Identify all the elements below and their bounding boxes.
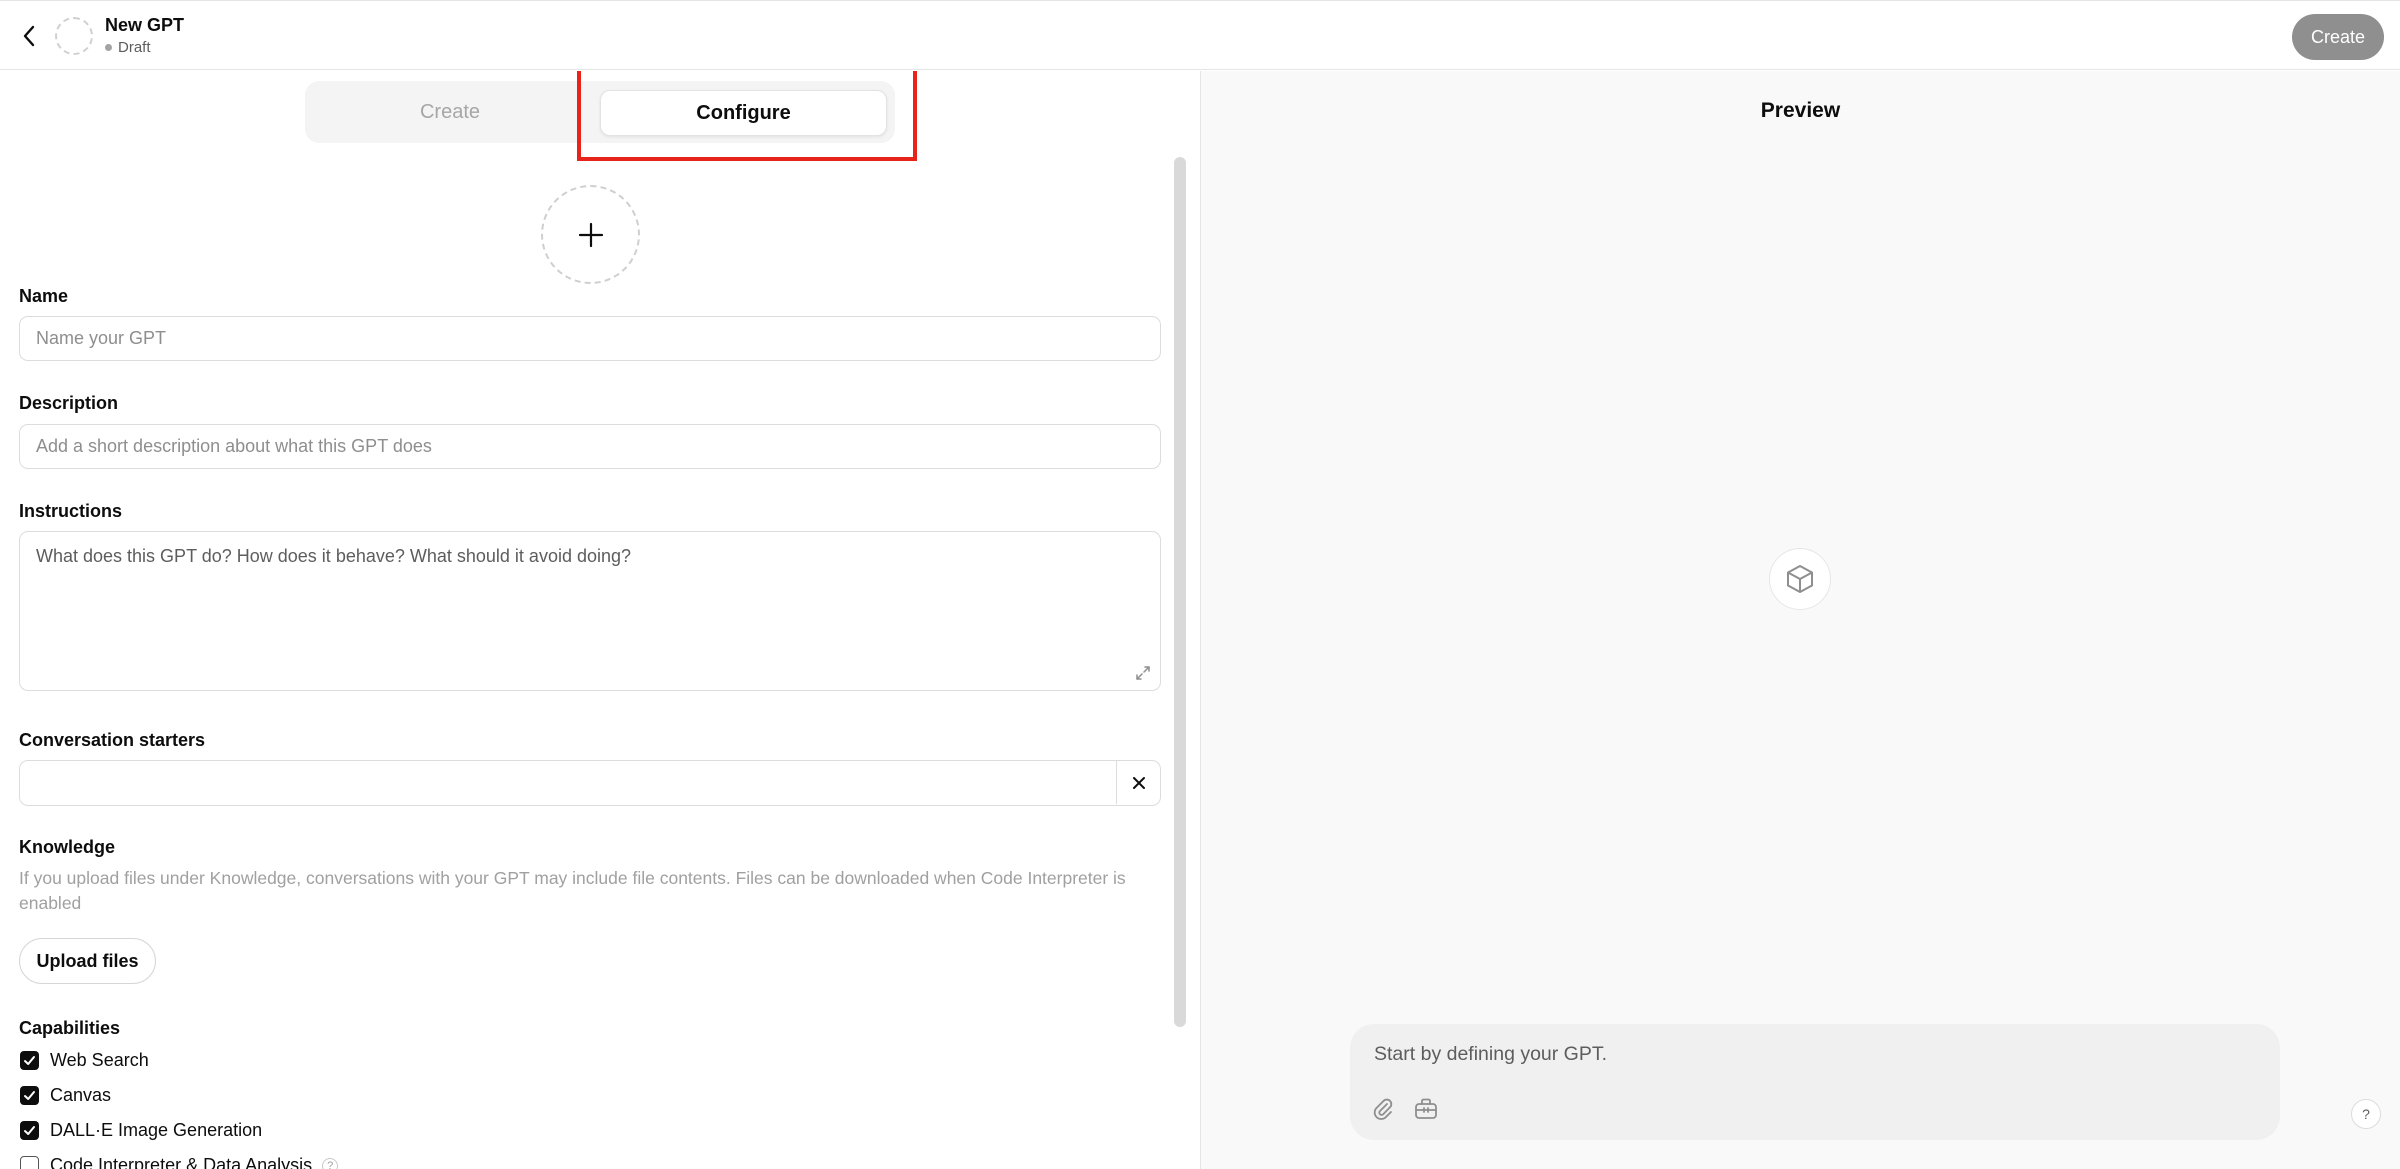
create-button[interactable]: Create [2292,14,2384,60]
paperclip-icon[interactable] [1370,1096,1396,1122]
remove-starter-button[interactable] [1116,761,1160,804]
status-dot-icon [105,44,112,51]
gpt-avatar [55,17,93,55]
conversation-starter-row [19,760,1161,806]
close-icon [1132,776,1145,789]
tab-create[interactable]: Create [305,81,595,143]
knowledge-description: If you upload files under Knowledge, con… [19,868,1126,913]
help-button[interactable]: ? [2351,1099,2381,1129]
mode-tabs: Create Configure [305,81,895,143]
knowledge-label: Knowledge [19,837,116,857]
toolbox-icon[interactable] [1413,1096,1439,1122]
capability-canvas[interactable]: Canvas [20,1085,111,1106]
draft-status: Draft [105,39,151,56]
conversation-starter-input[interactable] [20,761,1117,804]
checkbox-unchecked-icon[interactable] [20,1156,39,1169]
plus-icon [578,222,603,247]
description-label: Description [19,393,119,413]
capability-web-search[interactable]: Web Search [20,1050,149,1071]
capability-dalle[interactable]: DALL·E Image Generation [20,1120,262,1141]
status-text: Draft [118,39,151,56]
conversation-starters-label: Conversation starters [19,730,206,750]
capability-code-interpreter[interactable]: Code Interpreter & Data Analysis ? [20,1155,339,1169]
instructions-textarea[interactable]: What does this GPT do? How does it behav… [19,531,1161,691]
composer-placeholder: Start by defining your GPT. [1374,1043,1608,1065]
capability-label: Canvas [50,1085,112,1105]
preview-composer[interactable]: Start by defining your GPT. [1350,1024,2280,1140]
top-bar: New GPT Draft Create [0,0,2400,70]
capability-label: DALL·E Image Generation [50,1120,263,1140]
checkbox-checked-icon[interactable] [20,1051,39,1070]
name-label: Name [19,286,69,306]
configure-panel: Create Configure Name Name your GPT Desc… [0,71,1200,1169]
capabilities-label: Capabilities [19,1018,121,1038]
capability-label: Code Interpreter & Data Analysis [50,1155,313,1169]
info-icon[interactable]: ? [322,1157,339,1169]
chevron-left-icon [23,25,35,47]
instructions-label: Instructions [19,501,123,521]
gpt-title: New GPT [105,15,185,35]
back-button[interactable] [14,19,44,53]
description-input[interactable]: Add a short description about what this … [19,424,1161,469]
cube-icon [1769,548,1831,610]
preview-panel: Preview Start by defining your GPT. ? [1201,71,2400,1169]
name-input[interactable]: Name your GPT [19,316,1161,361]
checkbox-checked-icon[interactable] [20,1121,39,1140]
preview-title: Preview [1760,99,1841,122]
scrollbar[interactable] [1174,157,1186,1027]
expand-icon[interactable] [1134,664,1152,682]
capability-label: Web Search [50,1050,149,1070]
instructions-placeholder: What does this GPT do? How does it behav… [36,546,632,566]
checkbox-checked-icon[interactable] [20,1086,39,1105]
upload-files-button[interactable]: Upload files [19,938,156,984]
tab-configure[interactable]: Configure [600,90,887,136]
avatar-upload-button[interactable] [541,185,640,284]
